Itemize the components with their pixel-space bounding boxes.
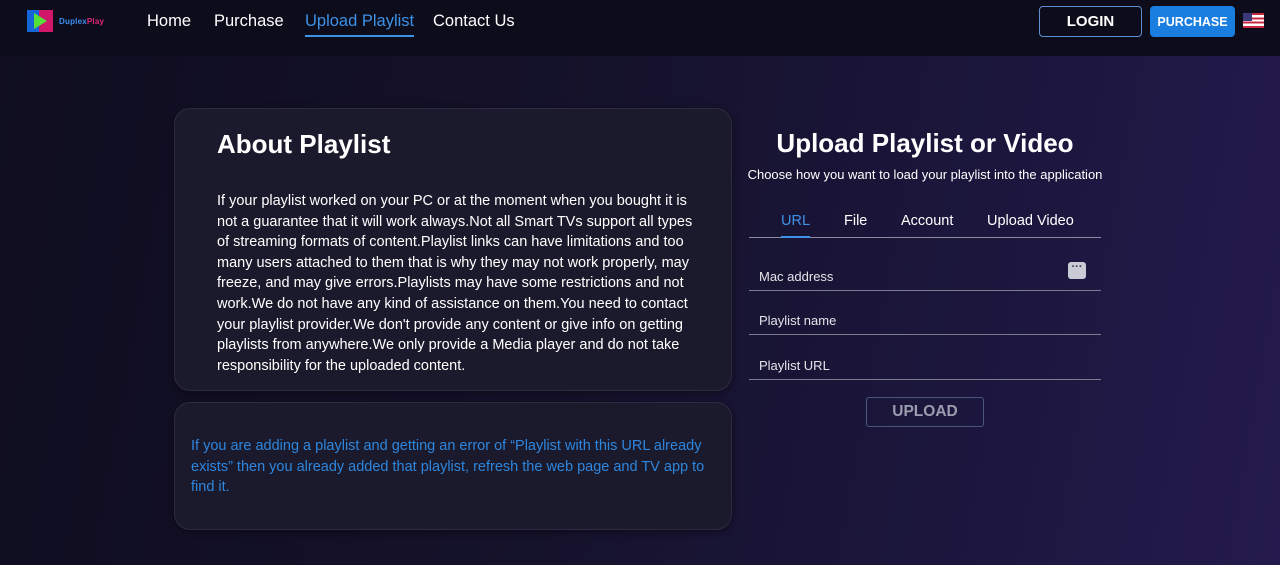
nav-purchase[interactable]: Purchase — [214, 11, 284, 37]
upload-button[interactable]: UPLOAD — [866, 397, 984, 427]
nav-home[interactable]: Home — [147, 11, 191, 37]
about-playlist-card: About Playlist If your playlist worked o… — [174, 108, 732, 391]
mac-address-input[interactable] — [749, 261, 1059, 291]
tab-account[interactable]: Account — [901, 213, 953, 238]
upload-method-tabs: URL File Account Upload Video — [749, 207, 1101, 238]
purchase-button[interactable]: PURCHASE — [1150, 6, 1235, 37]
playlist-name-input[interactable] — [749, 305, 1059, 335]
logo-text: DuplexPlay — [59, 16, 105, 26]
about-title: About Playlist — [217, 129, 391, 159]
tab-upload-video[interactable]: Upload Video — [987, 213, 1074, 238]
playlist-url-field — [749, 350, 1101, 380]
play-logo-icon — [27, 9, 55, 33]
nav-contact-us[interactable]: Contact Us — [433, 11, 515, 37]
tab-file[interactable]: File — [844, 213, 867, 238]
form-subtitle: Choose how you want to load your playlis… — [747, 167, 1103, 182]
duplexplay-logo[interactable]: DuplexPlay — [27, 9, 117, 33]
about-body: If your playlist worked on your PC or at… — [217, 193, 693, 374]
mac-address-field: ··· — [749, 261, 1101, 291]
more-options-icon[interactable]: ··· — [1068, 262, 1086, 279]
us-flag-icon[interactable] — [1243, 13, 1264, 28]
tab-url[interactable]: URL — [781, 213, 811, 238]
nav-upload-playlist[interactable]: Upload Playlist — [305, 11, 415, 37]
top-navbar: DuplexPlay Home Purchase Upload Playlist… — [0, 0, 1280, 56]
playlist-name-field — [749, 305, 1101, 335]
playlist-url-input[interactable] — [749, 350, 1059, 380]
duplicate-playlist-note: If you are adding a playlist and getting… — [191, 438, 705, 496]
login-button[interactable]: LOGIN — [1039, 6, 1142, 37]
form-title: Upload Playlist or Video — [776, 128, 1074, 158]
duplicate-playlist-note-card: If you are adding a playlist and getting… — [174, 402, 732, 530]
